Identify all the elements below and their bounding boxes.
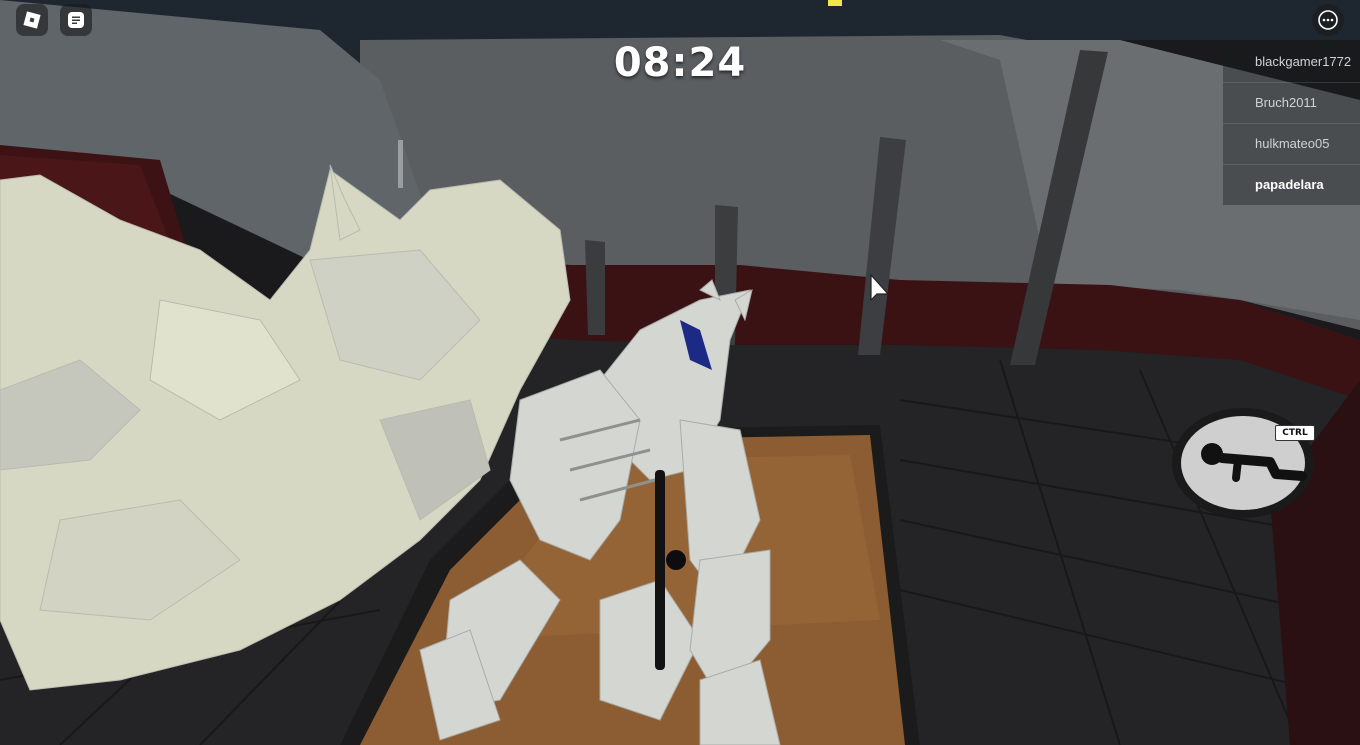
roblox-logo-icon: [23, 11, 41, 29]
round-timer: 08:24: [613, 40, 747, 86]
game-viewport[interactable]: [0, 0, 1360, 745]
chat-button[interactable]: [60, 4, 92, 36]
player-list-item[interactable]: blackgamer1772: [1223, 42, 1360, 83]
crawl-key-hint: CTRL: [1275, 425, 1315, 441]
roblox-menu-button[interactable]: [16, 4, 48, 36]
player-list: blackgamer1772 Bruch2011 hulkmateo05 pap…: [1223, 42, 1360, 205]
mouse-cursor-icon: [870, 274, 890, 302]
more-options-icon: [1318, 10, 1338, 30]
player-list-item[interactable]: Bruch2011: [1223, 83, 1360, 124]
crawl-icon: [1172, 408, 1314, 518]
more-options-button[interactable]: [1312, 4, 1344, 36]
chat-icon: [68, 12, 84, 28]
player-list-item[interactable]: hulkmateo05: [1223, 124, 1360, 165]
scene-render: [0, 0, 1360, 745]
crawl-button[interactable]: [1170, 406, 1316, 520]
player-list-item-local[interactable]: papadelara: [1223, 165, 1360, 205]
